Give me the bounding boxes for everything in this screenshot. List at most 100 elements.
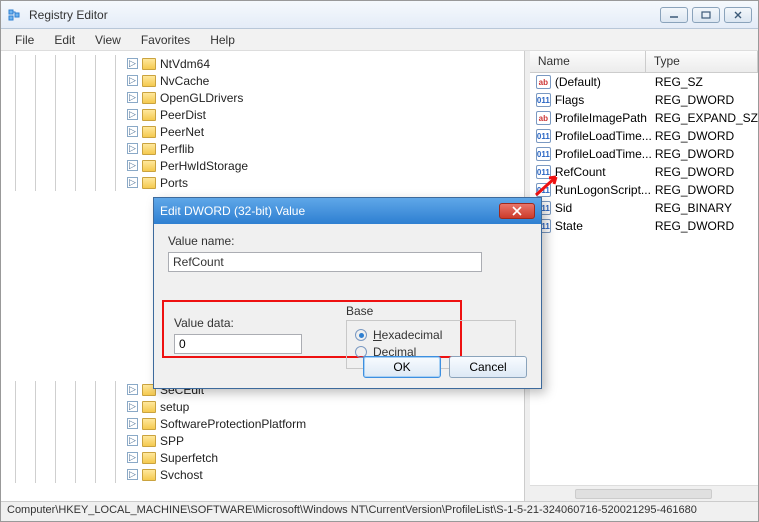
minimize-button[interactable] — [660, 7, 688, 23]
tree-guides — [7, 174, 127, 191]
list-row[interactable]: 011RefCountREG_DWORD — [530, 163, 758, 181]
value-icon: 011 — [536, 183, 551, 197]
value-icon: ab — [536, 75, 551, 89]
edit-dword-dialog: Edit DWORD (32-bit) Value Value name: Va… — [153, 197, 542, 389]
folder-icon — [142, 58, 156, 70]
list-body[interactable]: ab(Default)REG_SZ011FlagsREG_DWORDabProf… — [530, 73, 758, 485]
menu-favorites[interactable]: Favorites — [131, 31, 200, 49]
value-name: Sid — [555, 201, 655, 215]
tree-node[interactable]: ▷ PeerDist — [7, 106, 524, 123]
expander-icon[interactable]: ▷ — [127, 384, 138, 395]
window-title: Registry Editor — [29, 8, 660, 22]
value-name: (Default) — [555, 75, 655, 89]
expander-icon[interactable]: ▷ — [127, 469, 138, 480]
expander-icon[interactable]: ▷ — [127, 401, 138, 412]
dialog-close-button[interactable] — [499, 203, 535, 219]
list-row[interactable]: 011RunLogonScript...REG_DWORD — [530, 181, 758, 199]
tree-node[interactable]: ▷Svchost — [7, 466, 524, 483]
expander-icon[interactable]: ▷ — [127, 92, 138, 103]
tree-node[interactable]: ▷Perflib — [7, 140, 524, 157]
folder-icon — [142, 109, 156, 121]
expander-icon[interactable]: ▷ — [127, 75, 138, 86]
value-name: State — [555, 219, 655, 233]
tree-node[interactable]: ▷ SPP — [7, 432, 524, 449]
value-type: REG_EXPAND_SZ — [655, 111, 758, 125]
tree-node-label: NvCache — [160, 74, 209, 88]
dialog-titlebar[interactable]: Edit DWORD (32-bit) Value — [154, 198, 541, 224]
menu-file[interactable]: File — [5, 31, 44, 49]
valuename-input[interactable] — [168, 252, 482, 272]
expander-icon[interactable]: ▷ — [127, 58, 138, 69]
col-name[interactable]: Name — [530, 51, 646, 72]
value-type: REG_DWORD — [655, 129, 758, 143]
valuedata-input[interactable] — [174, 334, 302, 354]
status-bar: Computer\HKEY_LOCAL_MACHINE\SOFTWARE\Mic… — [1, 501, 758, 521]
tree-node-label: Superfetch — [160, 451, 218, 465]
list-row[interactable]: 011 FlagsREG_DWORD — [530, 91, 758, 109]
dialog-buttons: OK Cancel — [363, 356, 527, 378]
value-type: REG_DWORD — [655, 165, 758, 179]
list-row[interactable]: abProfileImagePathREG_EXPAND_SZ — [530, 109, 758, 127]
radio-hex-label: Hexadecimal — [373, 328, 442, 342]
tree-guides — [7, 466, 127, 483]
radio-icon — [355, 329, 367, 341]
tree-guides — [7, 381, 127, 398]
expander-icon[interactable]: ▷ — [127, 435, 138, 446]
folder-icon — [142, 143, 156, 155]
tree-node[interactable]: ▷ OpenGLDrivers — [7, 89, 524, 106]
cancel-button[interactable]: Cancel — [449, 356, 527, 378]
expander-icon[interactable]: ▷ — [127, 418, 138, 429]
tree-node-label: PerHwIdStorage — [160, 159, 248, 173]
col-type[interactable]: Type — [646, 51, 758, 72]
tree-node[interactable]: ▷ PeerNet — [7, 123, 524, 140]
list-row[interactable]: 011ProfileLoadTime...REG_DWORD — [530, 127, 758, 145]
list-row[interactable]: 011StateREG_DWORD — [530, 217, 758, 235]
tree-node[interactable]: ▷setup — [7, 398, 524, 415]
expander-icon[interactable]: ▷ — [127, 160, 138, 171]
tree-guides — [7, 106, 127, 123]
expander-icon[interactable]: ▷ — [127, 143, 138, 154]
folder-icon — [142, 452, 156, 464]
list-row[interactable]: ab(Default)REG_SZ — [530, 73, 758, 91]
expander-icon[interactable]: ▷ — [127, 452, 138, 463]
value-name: ProfileImagePath — [555, 111, 655, 125]
expander-icon[interactable]: ▷ — [127, 177, 138, 188]
tree-node-label: OpenGLDrivers — [160, 91, 243, 105]
value-icon: 011 — [536, 93, 551, 107]
value-name: RunLogonScript... — [555, 183, 655, 197]
folder-icon — [142, 435, 156, 447]
folder-icon — [142, 126, 156, 138]
menubar: File Edit View Favorites Help — [1, 29, 758, 51]
value-name: Flags — [555, 93, 655, 107]
titlebar: Registry Editor — [1, 1, 758, 29]
expander-icon[interactable]: ▷ — [127, 109, 138, 120]
list-header: Name Type — [530, 51, 758, 73]
folder-icon — [142, 160, 156, 172]
expander-icon[interactable]: ▷ — [127, 126, 138, 137]
radio-hexadecimal[interactable]: Hexadecimal — [355, 328, 507, 342]
tree-node-label: PeerNet — [160, 125, 204, 139]
list-row[interactable]: 011SidREG_BINARY — [530, 199, 758, 217]
horizontal-scrollbar[interactable] — [530, 485, 758, 501]
tree-guides — [7, 157, 127, 174]
tree-node-label: PeerDist — [160, 108, 206, 122]
tree-node-label: SPP — [160, 434, 184, 448]
value-type: REG_DWORD — [655, 93, 758, 107]
ok-button[interactable]: OK — [363, 356, 441, 378]
menu-help[interactable]: Help — [200, 31, 245, 49]
folder-icon — [142, 418, 156, 430]
tree-node[interactable]: ▷Ports — [7, 174, 524, 191]
tree-node[interactable]: ▷ Superfetch — [7, 449, 524, 466]
tree-node[interactable]: ▷NtVdm64 — [7, 55, 524, 72]
menu-view[interactable]: View — [85, 31, 131, 49]
tree-node[interactable]: ▷ PerHwIdStorage — [7, 157, 524, 174]
tree-node[interactable]: ▷SoftwareProtectionPlatform — [7, 415, 524, 432]
list-row[interactable]: 011ProfileLoadTime...REG_DWORD — [530, 145, 758, 163]
tree-guides — [7, 55, 127, 72]
maximize-button[interactable] — [692, 7, 720, 23]
folder-icon — [142, 469, 156, 481]
menu-edit[interactable]: Edit — [44, 31, 85, 49]
tree-node[interactable]: ▷ NvCache — [7, 72, 524, 89]
close-button[interactable] — [724, 7, 752, 23]
tree-guides — [7, 140, 127, 157]
